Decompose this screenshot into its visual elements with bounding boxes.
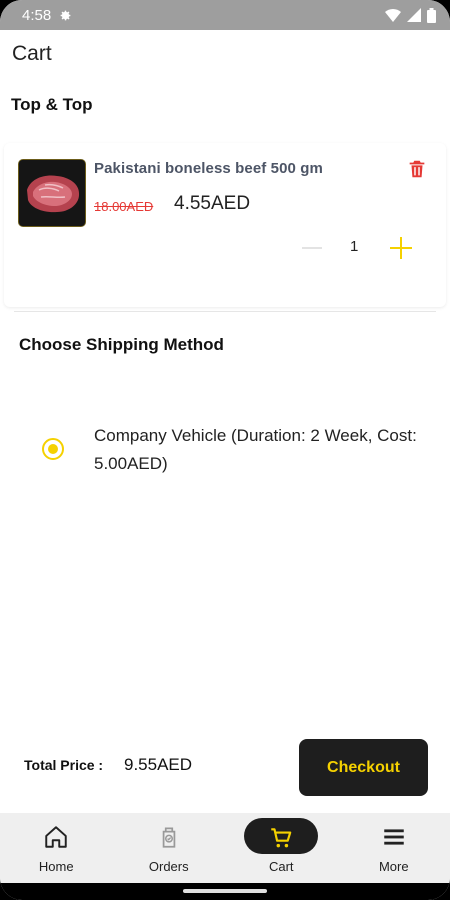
decrease-quantity-button[interactable] [300,236,324,260]
shipping-option-radio[interactable] [42,438,64,460]
shipping-option-label[interactable]: Company Vehicle (Duration: 2 Week, Cost:… [94,422,424,478]
cart-item-card: Pakistani boneless beef 500 gm 18.00AED … [4,143,446,307]
home-icon [45,826,67,848]
nav-label-orders: Orders [148,859,189,874]
signal-icon [407,8,421,22]
page-title: Cart [12,42,52,65]
delete-icon[interactable] [406,157,428,181]
gesture-handle[interactable] [183,889,267,893]
settings-gear-icon [60,10,71,20]
total-price-value: 9.55AED [124,755,193,774]
nav-label-home: Home [38,859,74,874]
bottom-nav: Home Orders Cart More [0,813,450,883]
wifi-icon [385,8,401,22]
divider [14,311,436,312]
status-time: 4:58 [22,6,52,24]
increase-quantity-button[interactable] [388,235,414,261]
battery-icon [427,7,436,23]
cart-icon [271,828,292,848]
quantity-value: 1 [350,238,359,255]
status-icons [385,7,436,23]
cart-screen: 4:58 Cart Top & Top Pakistani boneless b… [0,0,450,900]
nav-label-more: More [378,859,409,874]
status-bar: 4:58 [0,0,450,30]
nav-item-cart[interactable]: Cart [225,813,338,883]
orders-icon [162,827,176,848]
nav-label-cart: Cart [268,859,294,874]
sale-price: 4.55AED [174,193,251,214]
beef-image [19,160,85,226]
menu-icon [384,829,404,845]
nav-item-home[interactable]: Home [0,813,113,883]
total-price-label: Total Price : [24,757,104,773]
nav-item-more[interactable]: More [338,813,450,883]
checkout-button[interactable]: Checkout [299,739,428,796]
product-image[interactable] [18,159,86,227]
product-name[interactable]: Pakistani boneless beef 500 gm [94,160,323,177]
store-name: Top & Top [11,95,93,114]
shipping-method-title: Choose Shipping Method [19,335,224,354]
nav-item-orders[interactable]: Orders [113,813,226,883]
original-price: 18.00AED [94,199,154,214]
